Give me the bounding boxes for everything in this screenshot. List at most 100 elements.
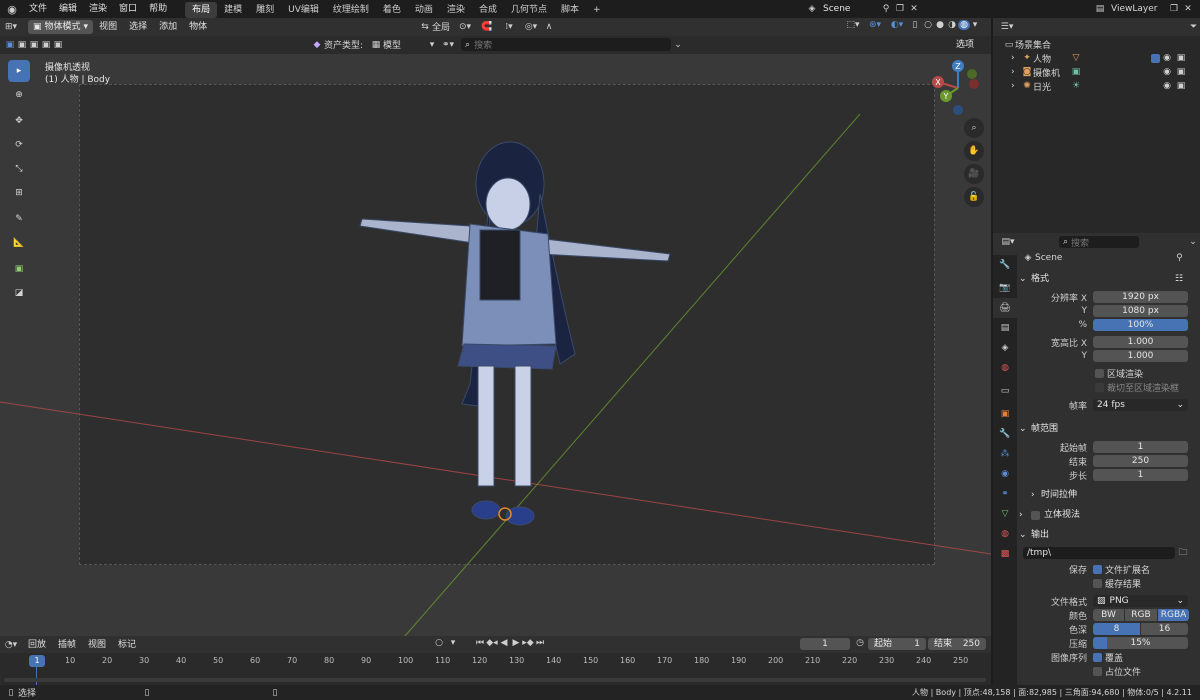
exclude-checkbox[interactable] — [1151, 53, 1160, 63]
eye-icon[interactable]: ◉ — [1160, 53, 1174, 63]
particles-tab-icon[interactable]: ⁂ — [993, 444, 1017, 464]
material-tab-icon[interactable]: ◍ — [993, 524, 1017, 544]
menu-help[interactable]: 帮助 — [143, 0, 173, 18]
scene-name-field[interactable]: Scene — [819, 2, 879, 16]
editor-type-icon[interactable]: ◔▾ — [0, 640, 22, 650]
frame-range-panel-header[interactable]: ⌄ 帧范围 — [1019, 420, 1195, 438]
gizmo-icon[interactable]: ⊛▾ — [864, 20, 886, 30]
file-extension-checkbox[interactable] — [1093, 564, 1102, 574]
tab-sculpting[interactable]: 雕刻 — [249, 2, 281, 18]
pin-icon[interactable]: ⚲ — [879, 4, 893, 14]
shading-options-icon[interactable]: ▾ — [970, 20, 980, 30]
menu-select[interactable]: 选择 — [123, 18, 153, 36]
play-icon[interactable]: ▶ — [510, 638, 522, 648]
filter-icon[interactable]: ⏷ — [1187, 22, 1200, 32]
menu-marker[interactable]: 标记 — [112, 636, 142, 654]
pivot-icon[interactable]: ⊙▾ — [454, 22, 476, 32]
aspect-x-field[interactable]: 1.000 — [1093, 336, 1188, 348]
orientation-icon[interactable]: ⇆ — [418, 22, 432, 32]
playhead[interactable]: 1 — [29, 655, 45, 667]
frame-step-field[interactable]: 1 — [1093, 469, 1188, 481]
output-panel-header[interactable]: ⌄ 输出 — [1019, 526, 1195, 544]
outliner-item-sun[interactable]: › ✺ 日光 ☀ ◉ ▣ — [993, 79, 1200, 93]
menu-playback[interactable]: 回放 — [22, 636, 52, 654]
mode-selector[interactable]: ▣ 物体模式 ▾ — [28, 20, 94, 34]
outliner-item-camera[interactable]: › ◙ 摄像机 ▣ ◉ ▣ — [993, 65, 1200, 79]
render-tab-icon[interactable]: 📷 — [993, 278, 1017, 298]
link-icon[interactable]: ⚭▾ — [437, 40, 459, 50]
output-tab-icon[interactable]: 🖨 — [993, 298, 1017, 318]
jump-end-icon[interactable]: ⏭ — [534, 638, 546, 648]
modifier-tab-icon[interactable]: 🔧 — [993, 424, 1017, 444]
crop-region-row[interactable]: 裁切至区域渲染框 — [1019, 380, 1195, 394]
outliner-item-character[interactable]: › ✦ 人物 ▽ ◉ ▣ — [993, 51, 1200, 65]
falloff-icon[interactable]: ∧ — [542, 22, 556, 32]
new-scene-icon[interactable]: ❐ — [893, 4, 907, 14]
menu-view[interactable]: 视图 — [82, 636, 112, 654]
cache-result-row[interactable]: 缓存结果 — [1019, 576, 1195, 590]
cursor-tool-icon[interactable]: ⊕ — [8, 84, 30, 106]
collection-tab-icon[interactable]: ▭ — [993, 381, 1017, 401]
world-tab-icon[interactable]: ◍ — [993, 358, 1017, 378]
menu-keying[interactable]: 插帧 — [52, 636, 82, 654]
filter-icon[interactable]: ⌄ — [671, 40, 685, 50]
time-stretch-panel-header[interactable]: › 时间拉伸 — [1019, 486, 1195, 504]
menu-render[interactable]: 渲染 — [83, 0, 113, 18]
region-render-checkbox[interactable] — [1095, 368, 1104, 378]
crop-region-checkbox[interactable] — [1095, 382, 1104, 392]
color-rgba-button[interactable]: RGBA — [1158, 609, 1189, 621]
clock-icon[interactable]: ◷ — [853, 638, 867, 648]
folder-icon[interactable]: 🗀 — [1175, 545, 1191, 561]
cache-result-checkbox[interactable] — [1093, 578, 1102, 588]
move-tool-icon[interactable]: ✥ — [8, 110, 30, 132]
annotate-tool-icon[interactable]: ✎ — [8, 208, 30, 230]
aspect-y-field[interactable]: 1.000 — [1093, 350, 1188, 362]
rendered-shading-icon[interactable]: ◍ — [958, 20, 970, 30]
wireframe-shading-icon[interactable]: ○ — [922, 20, 934, 30]
add-workspace-icon[interactable]: + — [586, 2, 608, 18]
options-button[interactable]: 选项 — [950, 38, 980, 52]
tab-compositing[interactable]: 合成 — [472, 2, 504, 18]
render-camera-icon[interactable]: ▣ — [1174, 81, 1188, 91]
select-extend-icon[interactable]: ▣ — [16, 40, 28, 50]
view-layer-selector[interactable]: ▤ ViewLayer ❐ ✕ — [1093, 2, 1195, 16]
record-icon[interactable]: ○ — [432, 638, 446, 648]
next-keyframe-icon[interactable]: ▸◆ — [522, 638, 534, 648]
expand-arrow-icon[interactable]: › — [1011, 81, 1021, 91]
outliner-root[interactable]: ▭ 场景集合 — [993, 38, 1200, 52]
asset-type-value[interactable]: 模型 — [383, 38, 427, 51]
view-layer-name[interactable]: ViewLayer — [1107, 2, 1167, 16]
menu-window[interactable]: 窗口 — [113, 0, 143, 18]
tab-modeling[interactable]: 建模 — [217, 2, 249, 18]
collapse-icon[interactable]: ⌄ — [1187, 237, 1199, 247]
timeline-scrollbar[interactable] — [4, 678, 986, 682]
select-invert-icon[interactable]: ▣ — [40, 40, 52, 50]
output-path-field[interactable]: /tmp\ — [1023, 547, 1175, 559]
region-render-row[interactable]: 区域渲染 — [1019, 366, 1195, 380]
tab-uv-editing[interactable]: UV编辑 — [281, 2, 326, 18]
depth-16-button[interactable]: 16 — [1141, 623, 1188, 635]
select-subtract-icon[interactable]: ▣ — [28, 40, 40, 50]
select-intersect-icon[interactable]: ▣ — [52, 40, 64, 50]
play-reverse-icon[interactable]: ◀ — [498, 638, 510, 648]
tab-scripting[interactable]: 脚本 — [554, 2, 586, 18]
tab-animation[interactable]: 动画 — [408, 2, 440, 18]
resolution-x-field[interactable]: 1920 px — [1093, 291, 1188, 303]
menu-file[interactable]: 文件 — [23, 0, 53, 18]
physics-tab-icon[interactable]: ◉ — [993, 464, 1017, 484]
editor-type-icon[interactable]: ☰▾ — [997, 22, 1017, 32]
object-tab-icon[interactable]: ▣ — [993, 404, 1017, 424]
depth-8-button[interactable]: 8 — [1093, 623, 1140, 635]
new-view-layer-icon[interactable]: ❐ — [1167, 4, 1181, 14]
preset-list-icon[interactable]: ☷ — [1175, 270, 1183, 288]
solid-shading-icon[interactable]: ● — [934, 20, 946, 30]
chevron-down-icon[interactable]: ▾ — [427, 40, 437, 50]
frame-start-field[interactable]: 1 — [1093, 441, 1188, 453]
file-format-dropdown[interactable]: ▨ PNG ⌄ — [1093, 595, 1188, 607]
frame-end-field[interactable]: 250 — [1093, 455, 1188, 467]
stereoscopy-checkbox[interactable] — [1031, 510, 1040, 520]
expand-arrow-icon[interactable]: › — [1011, 53, 1021, 63]
3d-viewport[interactable]: 摄像机透视 (1) 人物 | Body ▸ ⊕ ✥ ⟳ ⤡ ⊞ ✎ 📐 ▣ ◪ … — [0, 54, 991, 636]
data-tab-icon[interactable]: ▽ — [993, 504, 1017, 524]
framerate-dropdown[interactable]: 24 fps ⌄ — [1093, 399, 1188, 411]
